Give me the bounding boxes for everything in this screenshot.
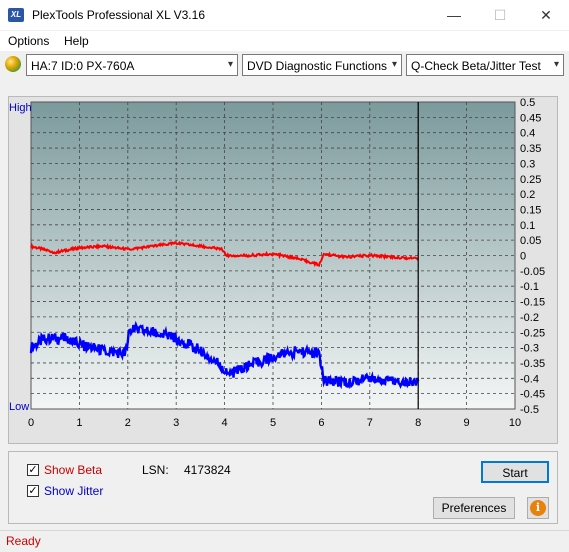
status-bar: Ready xyxy=(0,530,569,552)
chevron-down-icon: ▾ xyxy=(391,59,397,70)
preferences-button[interactable]: Preferences xyxy=(433,497,515,519)
drive-status-icon xyxy=(5,56,21,72)
options-panel: ✓ Show Beta ✓ Show Jitter LSN: 4173824 S… xyxy=(8,451,558,524)
y-tick-label: 0.45 xyxy=(520,112,541,124)
menu-options[interactable]: Options xyxy=(8,34,49,48)
show-beta-label[interactable]: Show Beta xyxy=(44,463,102,477)
title-bar: XL PlexTools Professional XL V3.16 — ☐ ✕ xyxy=(0,0,569,30)
window-title: PlexTools Professional XL V3.16 xyxy=(32,8,205,22)
status-text: Ready xyxy=(6,534,41,548)
x-tick-label: 8 xyxy=(415,417,421,429)
y-tick-label: -0.4 xyxy=(520,373,539,385)
beta-jitter-chart: 0 1 2 3 4 5 6 7 8 9 10 0.5 0.45 0.4 0.35 0.3 0.25 0.2 0.15… xyxy=(9,97,545,429)
y-tick-label: -0.35 xyxy=(520,358,545,370)
chevron-down-icon: ▾ xyxy=(553,59,559,70)
y-tick-label: -0.45 xyxy=(520,389,545,401)
show-jitter-checkbox[interactable]: ✓ xyxy=(27,485,39,497)
show-jitter-label[interactable]: Show Jitter xyxy=(44,484,103,498)
test-select[interactable]: Q-Check Beta/Jitter Test ▾ xyxy=(406,54,564,76)
x-tick-label: 4 xyxy=(222,417,228,429)
y-tick-label: 0.25 xyxy=(520,174,541,186)
menu-help[interactable]: Help xyxy=(64,34,89,48)
y-tick-label: 0.15 xyxy=(520,204,541,216)
show-beta-checkbox[interactable]: ✓ xyxy=(27,464,39,476)
y-tick-label: 0.4 xyxy=(520,128,535,140)
function-select-value: DVD Diagnostic Functions xyxy=(247,59,388,73)
menu-bar: Options Help xyxy=(0,31,569,51)
y-tick-label: 0.05 xyxy=(520,235,541,247)
test-select-value: Q-Check Beta/Jitter Test xyxy=(411,59,541,73)
x-tick-label: 7 xyxy=(367,417,373,429)
x-tick-label: 0 xyxy=(28,417,34,429)
app-logo-icon: XL xyxy=(8,8,24,22)
chevron-down-icon: ▾ xyxy=(227,59,233,70)
y-tick-label: 0.2 xyxy=(520,189,535,201)
minimize-button[interactable]: — xyxy=(431,0,477,30)
maximize-button[interactable]: ☐ xyxy=(477,0,523,30)
x-tick-label: 10 xyxy=(509,417,521,429)
x-tick-label: 6 xyxy=(318,417,324,429)
drive-select-value: HA:7 ID:0 PX-760A xyxy=(31,59,135,73)
y-tick-label: -0.15 xyxy=(520,297,545,309)
x-tick-label: 5 xyxy=(270,417,276,429)
lsn-label: LSN: xyxy=(142,463,169,477)
chart-panel: 0 1 2 3 4 5 6 7 8 9 10 0.5 0.45 0.4 0.35 0.3 0.25 0.2 0.15… xyxy=(8,96,558,444)
y-tick-label: 0 xyxy=(520,251,526,263)
info-button[interactable]: i xyxy=(527,497,549,519)
x-tick-label: 1 xyxy=(76,417,82,429)
y-tick-label: -0.2 xyxy=(520,312,539,324)
axis-high-label: High xyxy=(9,102,32,114)
lsn-value: 4173824 xyxy=(184,463,231,477)
y-tick-label: 0.1 xyxy=(520,220,535,232)
y-tick-label: -0.3 xyxy=(520,343,539,355)
function-select[interactable]: DVD Diagnostic Functions ▾ xyxy=(242,54,402,76)
y-tick-label: -0.5 xyxy=(520,404,539,416)
y-tick-label: -0.25 xyxy=(520,327,545,339)
x-tick-label: 2 xyxy=(125,417,131,429)
y-tick-label: 0.3 xyxy=(520,158,535,170)
x-tick-label: 3 xyxy=(173,417,179,429)
close-button[interactable]: ✕ xyxy=(523,0,569,30)
y-tick-label: -0.05 xyxy=(520,266,545,278)
y-tick-label: 0.5 xyxy=(520,97,535,109)
start-button[interactable]: Start xyxy=(481,461,549,483)
x-tick-label: 9 xyxy=(464,417,470,429)
axis-low-label: Low xyxy=(9,401,29,413)
drive-select[interactable]: HA:7 ID:0 PX-760A ▾ xyxy=(26,54,238,76)
y-tick-label: 0.35 xyxy=(520,143,541,155)
y-tick-label: -0.1 xyxy=(520,281,539,293)
info-icon: i xyxy=(530,500,546,516)
